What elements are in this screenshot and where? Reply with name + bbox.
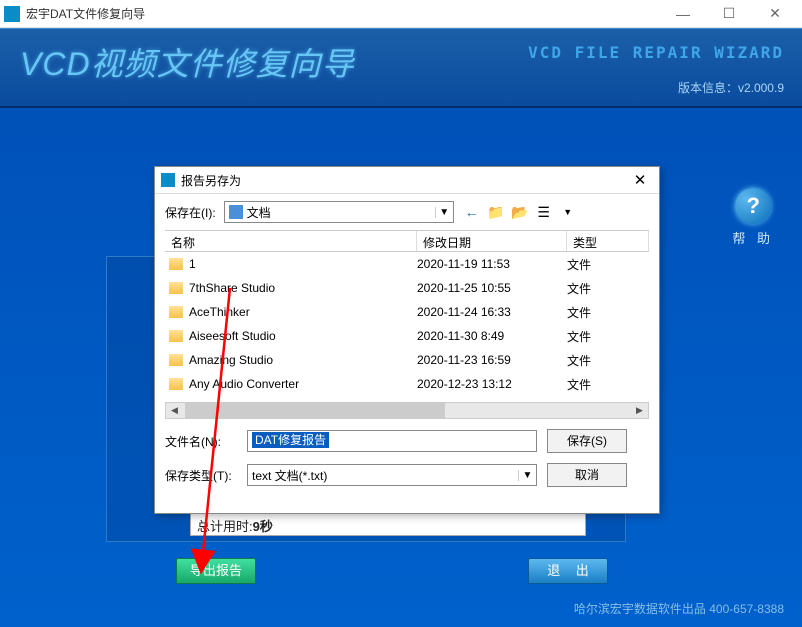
- location-text: 文档: [247, 204, 435, 221]
- filename-input[interactable]: DAT修复报告: [247, 430, 537, 452]
- dialog-titlebar: 报告另存为 ✕: [155, 167, 659, 194]
- file-name: Any Audio Converter: [187, 377, 417, 391]
- export-report-button[interactable]: 导出报告: [176, 558, 256, 584]
- up-folder-icon[interactable]: 📁: [486, 202, 506, 222]
- window-title: 宏宇DAT文件修复向导: [26, 5, 660, 22]
- folder-icon: [169, 306, 183, 318]
- chevron-down-icon[interactable]: ▼: [558, 202, 578, 222]
- file-type: 文件: [567, 328, 649, 345]
- footer-company: 哈尔滨宏宇数据软件出品 400-657-8388: [574, 600, 784, 617]
- file-row[interactable]: Aiseesoft Studio2020-11-30 8:49文件: [165, 324, 649, 348]
- file-name: Amazing Studio: [187, 353, 417, 367]
- file-date: 2020-12-23 13:12: [417, 377, 567, 391]
- file-row[interactable]: Any Audio Converter2020-12-23 13:12文件: [165, 372, 649, 396]
- filetype-value: text 文档(*.txt): [248, 467, 518, 484]
- chevron-down-icon: ▼: [435, 207, 453, 218]
- file-row[interactable]: Amazing Studio2020-11-23 16:59文件: [165, 348, 649, 372]
- save-in-label: 保存在(I):: [165, 204, 216, 221]
- filename-value: DAT修复报告: [252, 432, 329, 448]
- header-title-en: VCD FILE REPAIR WIZARD: [528, 43, 784, 62]
- file-row[interactable]: AceThinker2020-11-24 16:33文件: [165, 300, 649, 324]
- file-type: 文件: [567, 304, 649, 321]
- file-row[interactable]: 7thShare Studio2020-11-25 10:55文件: [165, 276, 649, 300]
- filename-label: 文件名(N):: [165, 433, 237, 450]
- folder-icon: [169, 378, 183, 390]
- scroll-left-icon[interactable]: ◀: [166, 405, 183, 416]
- file-list[interactable]: 12020-11-19 11:53文件7thShare Studio2020-1…: [165, 252, 649, 402]
- cancel-button[interactable]: 取消: [547, 463, 627, 487]
- file-date: 2020-11-30 8:49: [417, 329, 567, 343]
- file-list-header: 名称 修改日期 类型: [165, 230, 649, 252]
- minimize-button[interactable]: —: [660, 0, 706, 28]
- file-type: 文件: [567, 352, 649, 369]
- file-type: 文件: [567, 280, 649, 297]
- column-name[interactable]: 名称: [165, 231, 417, 251]
- column-date[interactable]: 修改日期: [417, 231, 567, 251]
- view-icon[interactable]: ☰: [534, 202, 554, 222]
- window-titlebar: 宏宇DAT文件修复向导 — ☐ ✕: [0, 0, 802, 28]
- dialog-toolbar: 保存在(I): 文档 ▼ ← 📁 📂 ☰ ▼: [155, 194, 659, 230]
- dialog-title: 报告另存为: [181, 172, 627, 189]
- header: VCD视频文件修复向导 VCD FILE REPAIR WIZARD 版本信息：…: [0, 28, 802, 108]
- total-time-field: 总计用时:9秒: [190, 512, 586, 536]
- dialog-close-button[interactable]: ✕: [627, 171, 653, 189]
- location-combo[interactable]: 文档 ▼: [224, 201, 454, 223]
- folder-icon: [169, 330, 183, 342]
- back-icon[interactable]: ←: [462, 202, 482, 222]
- file-name: 7thShare Studio: [187, 281, 417, 295]
- horizontal-scrollbar[interactable]: ◀ ▶: [165, 402, 649, 419]
- close-button[interactable]: ✕: [752, 0, 798, 28]
- help-label: 帮 助: [732, 228, 774, 247]
- file-date: 2020-11-23 16:59: [417, 353, 567, 367]
- help-icon: ?: [735, 188, 771, 224]
- chevron-down-icon: ▼: [518, 470, 536, 481]
- scroll-right-icon[interactable]: ▶: [631, 405, 648, 416]
- filetype-combo[interactable]: text 文档(*.txt) ▼: [247, 464, 537, 486]
- file-row[interactable]: 12020-11-19 11:53文件: [165, 252, 649, 276]
- folder-icon: [169, 258, 183, 270]
- total-time-value: 9秒: [253, 519, 273, 534]
- file-name: AceThinker: [187, 305, 417, 319]
- folder-icon: [169, 354, 183, 366]
- file-type: 文件: [567, 256, 649, 273]
- file-name: 1: [187, 257, 417, 271]
- file-name: Aiseesoft Studio: [187, 329, 417, 343]
- file-type: 文件: [567, 376, 649, 393]
- exit-button[interactable]: 退 出: [528, 558, 608, 584]
- save-as-dialog: 报告另存为 ✕ 保存在(I): 文档 ▼ ← 📁 📂 ☰ ▼ 名称 修改日期 类…: [154, 166, 660, 514]
- help-button[interactable]: ? 帮 助: [732, 188, 774, 247]
- column-type[interactable]: 类型: [567, 231, 649, 251]
- app-icon: [4, 6, 20, 22]
- main-app: VCD视频文件修复向导 VCD FILE REPAIR WIZARD 版本信息：…: [0, 28, 802, 627]
- filetype-label: 保存类型(T):: [165, 467, 237, 484]
- file-date: 2020-11-25 10:55: [417, 281, 567, 295]
- file-date: 2020-11-24 16:33: [417, 305, 567, 319]
- dialog-icon: [161, 173, 175, 187]
- new-folder-icon[interactable]: 📂: [510, 202, 530, 222]
- folder-icon: [169, 282, 183, 294]
- header-version: 版本信息：v2.000.9: [678, 79, 784, 96]
- maximize-button[interactable]: ☐: [706, 0, 752, 28]
- file-date: 2020-11-19 11:53: [417, 257, 567, 271]
- total-time-label: 总计用时:: [197, 519, 253, 534]
- scroll-thumb[interactable]: [185, 403, 445, 418]
- save-button[interactable]: 保存(S): [547, 429, 627, 453]
- folder-icon: [229, 205, 243, 219]
